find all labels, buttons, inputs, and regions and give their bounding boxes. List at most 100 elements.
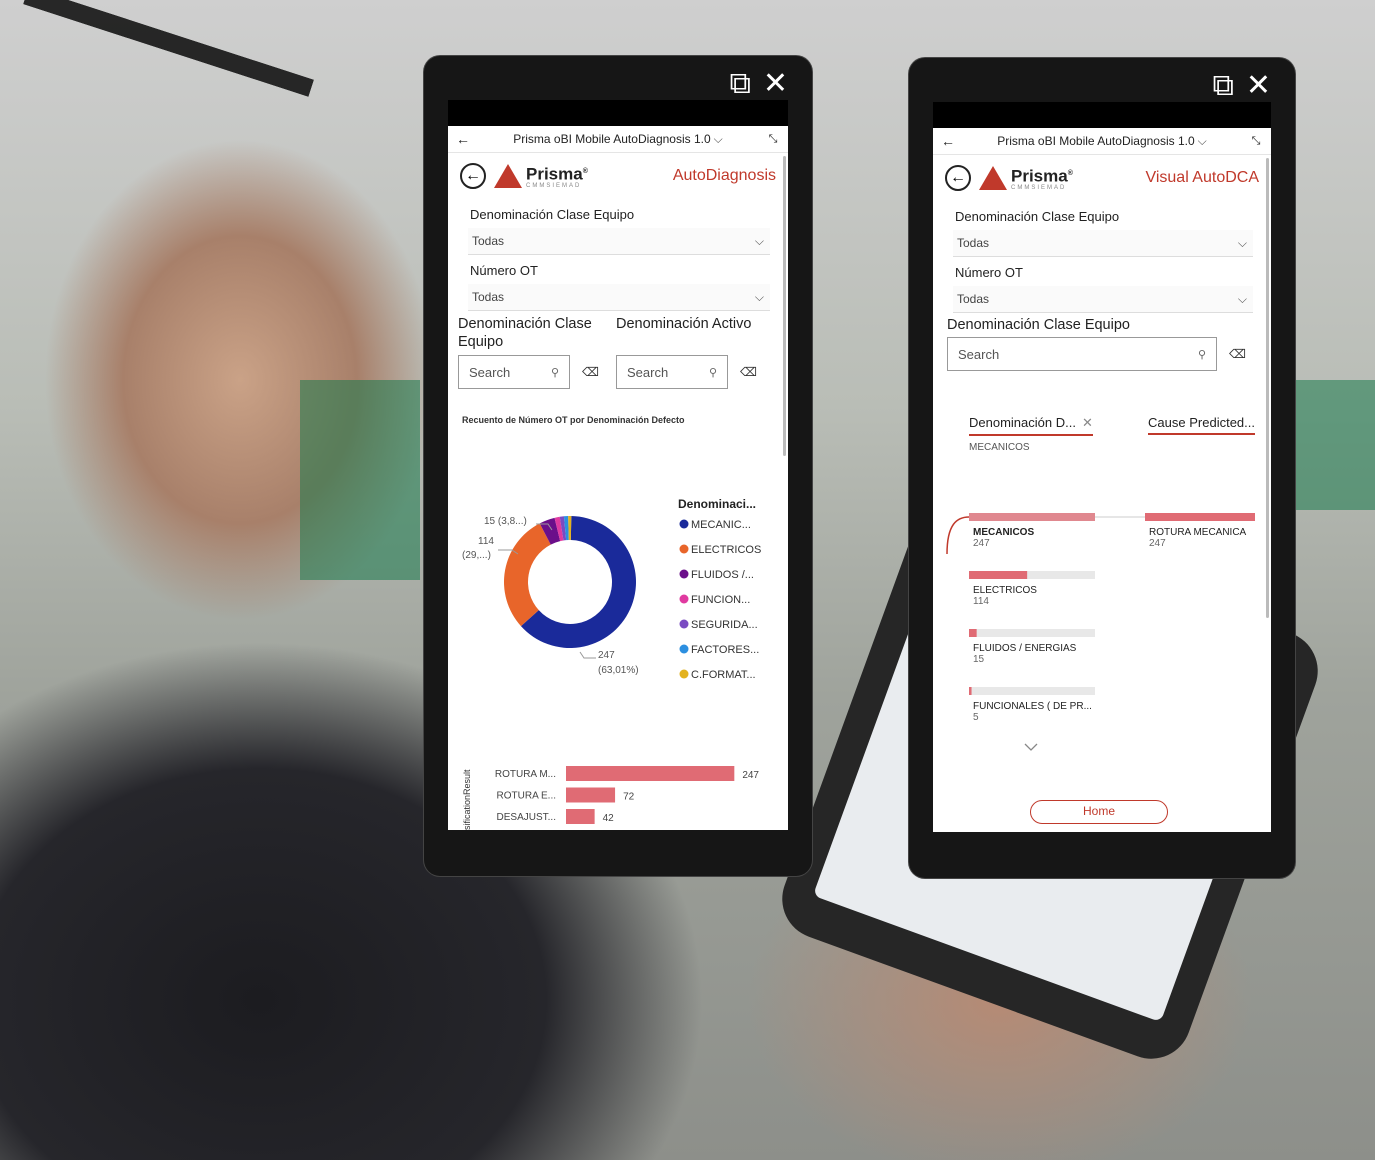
tree-node-track	[969, 687, 1095, 695]
tree-node-value: 5	[973, 712, 979, 723]
status-bar	[448, 100, 788, 126]
tree-node-bar[interactable]	[969, 513, 1095, 521]
search-icon: ⚲	[708, 366, 717, 379]
bar[interactable]	[566, 809, 595, 824]
close-icon[interactable]: ✕	[763, 64, 788, 104]
app-title-bar: ← Prisma oBI Mobile AutoDiagnosis 1.0 ⌵ ⤡	[448, 126, 788, 153]
filter1-dropdown[interactable]: Todas ⌵	[953, 230, 1253, 257]
prisma-logo: Prisma® CMMSIEMAD	[494, 163, 588, 190]
back-arrow-icon[interactable]: ←	[448, 131, 478, 147]
brand-name: Prisma	[1011, 166, 1068, 186]
chevron-down-icon: ⌵	[713, 131, 723, 146]
filter2-dropdown[interactable]: Todas ⌵	[953, 286, 1253, 313]
data-label: 15 (3,8...)	[484, 516, 527, 527]
filter1-label: Denominación Clase Equipo	[470, 207, 635, 222]
donut-chart[interactable]: 15 (3,8...) 114 (29,...) 247 (63,01%) Denomin…	[448, 458, 788, 718]
tree-level1-header[interactable]: Denominación D... ✕ MECANICOS	[969, 415, 1093, 453]
slicer2-title: Denominación Activo	[616, 316, 752, 332]
tree-node-bar[interactable]	[969, 687, 972, 695]
back-circle-icon[interactable]: ←	[945, 165, 971, 191]
app-title-bar: ← Prisma oBI Mobile AutoDiagnosis 1.0 ⌵ ⤡	[933, 128, 1271, 155]
tree-node-bar[interactable]	[1145, 513, 1255, 521]
tree-node-value: 247	[1149, 538, 1166, 549]
data-label: 247	[598, 650, 615, 661]
back-circle-icon[interactable]: ←	[460, 163, 486, 189]
donut-slice[interactable]	[504, 523, 551, 627]
bar[interactable]	[566, 766, 735, 781]
tree-node-bar[interactable]	[969, 571, 1028, 579]
filter2-dropdown[interactable]: Todas ⌵	[468, 284, 770, 311]
search-placeholder: Search	[958, 346, 1000, 362]
search-input[interactable]: Search ⚲	[616, 355, 728, 389]
logo-triangle-icon	[979, 166, 1007, 190]
brand-registered: ®	[582, 167, 588, 175]
tree-level1-value: MECANICOS	[969, 442, 1030, 453]
logo-triangle-icon	[494, 164, 522, 188]
legend-label[interactable]: FACTORES...	[691, 644, 759, 656]
bar-chart[interactable]: PredictedClassificationResult ROTURA M...…	[448, 746, 788, 830]
tree-node-track	[969, 629, 1095, 637]
left-phone-window: ⧉ ✕ ← Prisma oBI Mobile AutoDiagnosis 1.…	[424, 56, 812, 876]
home-button[interactable]: Home	[1030, 800, 1168, 824]
legend-label[interactable]: C.FORMAT...	[691, 669, 756, 681]
eraser-icon[interactable]: ⌫	[582, 365, 599, 379]
expand-chevron-icon[interactable]	[1024, 743, 1038, 751]
bar-category-label: ROTURA M...	[495, 769, 556, 780]
close-icon[interactable]: ✕	[1246, 66, 1271, 106]
decomposition-tree[interactable]: MECANICOS 247 ELECTRICOS114 FLUIDOS / ENERG…	[933, 504, 1271, 794]
legend-label[interactable]: MECANIC...	[691, 519, 751, 531]
filter2-label: Número OT	[955, 265, 1023, 280]
back-arrow-icon[interactable]: ←	[933, 133, 963, 149]
popout-icon[interactable]: ⧉	[1212, 66, 1233, 106]
glasses-shape	[0, 0, 314, 211]
search-input[interactable]: Search ⚲	[458, 355, 570, 389]
filter1-value: Todas	[957, 236, 990, 250]
slicer-title: Denominación Clase Equipo	[947, 317, 1130, 333]
chevron-down-icon: ⌵	[1197, 133, 1207, 148]
bar-value-label: 42	[603, 813, 615, 824]
legend-marker	[679, 544, 689, 554]
search-input[interactable]: Search ⚲	[947, 337, 1217, 371]
filter1-dropdown[interactable]: Todas ⌵	[468, 228, 770, 255]
data-label: (63,01%)	[598, 665, 639, 676]
brand-sub: CMMSIEMAD	[1011, 185, 1067, 192]
tree-node-value: 114	[973, 596, 989, 607]
scrollbar[interactable]	[783, 156, 786, 456]
legend-label[interactable]: FLUIDOS /...	[691, 569, 754, 581]
bar-value-label: 247	[742, 770, 759, 781]
chevron-down-icon: ⌵	[754, 289, 764, 304]
tree-node-label[interactable]: FUNCIONALES ( DE PR...	[973, 701, 1092, 712]
legend-title: Denominaci...	[678, 497, 756, 511]
search-icon: ⚲	[550, 366, 559, 379]
bar-value-label: 72	[623, 792, 635, 803]
legend-label[interactable]: FUNCION...	[691, 594, 750, 606]
legend-marker	[679, 569, 689, 579]
tree-node-label[interactable]: MECANICOS	[973, 527, 1034, 538]
tree-node-bar[interactable]	[969, 629, 977, 637]
legend-label[interactable]: SEGURIDA...	[691, 619, 758, 631]
collapse-icon[interactable]: ⤡	[1241, 135, 1271, 148]
close-icon[interactable]: ✕	[1082, 415, 1093, 430]
legend-label[interactable]: ELECTRICOS	[691, 544, 761, 556]
brand-sub: CMMSIEMAD	[526, 183, 582, 190]
tree-level2-header[interactable]: Cause Predicted...	[1148, 415, 1255, 453]
popout-icon[interactable]: ⧉	[729, 64, 750, 104]
filter2-label: Número OT	[470, 263, 538, 278]
leader-line	[579, 651, 596, 659]
machine-green-panel	[300, 380, 420, 580]
app-title[interactable]: Prisma oBI Mobile AutoDiagnosis 1.0 ⌵	[963, 134, 1241, 149]
tree-node-label[interactable]: FLUIDOS / ENERGIAS	[973, 643, 1077, 654]
tree-node-label[interactable]: ELECTRICOS	[973, 585, 1037, 596]
chevron-down-icon: ⌵	[1237, 291, 1247, 306]
eraser-icon[interactable]: ⌫	[740, 365, 757, 379]
eraser-icon[interactable]: ⌫	[1229, 347, 1246, 361]
page-title: AutoDiagnosis	[672, 167, 776, 184]
legend-marker	[679, 519, 689, 529]
collapse-icon[interactable]: ⤡	[758, 133, 788, 146]
tree-node-label[interactable]: ROTURA MECANICA	[1149, 527, 1247, 538]
legend-marker	[679, 644, 689, 654]
machine-green-panel-right	[1290, 380, 1375, 510]
bar[interactable]	[566, 787, 616, 803]
slicer-clase-equipo: Denominación Clase Equipo Search ⚲ ⌫	[458, 315, 608, 389]
app-title[interactable]: Prisma oBI Mobile AutoDiagnosis 1.0 ⌵	[478, 132, 758, 147]
